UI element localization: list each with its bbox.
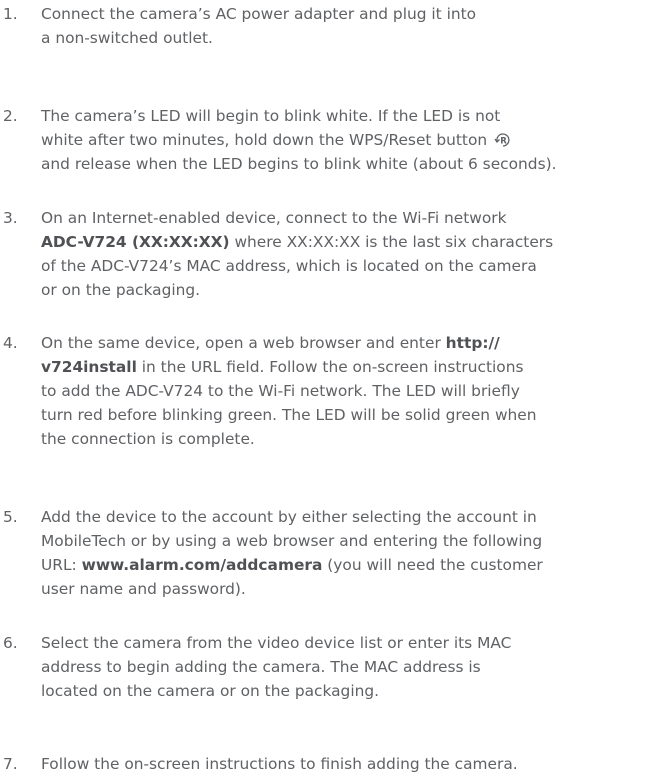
step-text: On the same device, open a web browser a… bbox=[41, 331, 656, 451]
step-number: 7. bbox=[3, 755, 18, 773]
step-text: Add the device to the account by either … bbox=[41, 505, 656, 601]
step-text: On an Internet-enabled device, connect t… bbox=[41, 206, 656, 302]
step-line: Connect the camera’s AC power adapter an… bbox=[41, 2, 656, 26]
text-segment: of the ADC-V724’s MAC address, which is … bbox=[41, 257, 537, 275]
text-segment: and release when the LED begins to blink… bbox=[41, 155, 557, 173]
step-number: 2. bbox=[3, 107, 18, 125]
reset-button-icon: R bbox=[494, 133, 510, 147]
text-segment: or on the packaging. bbox=[41, 281, 201, 299]
svg-text:R: R bbox=[500, 137, 507, 147]
text-segment: The camera’s LED will begin to blink whi… bbox=[41, 107, 501, 125]
text-segment: user name and password). bbox=[41, 580, 246, 598]
text-segment: where XX:XX:XX is the last six character… bbox=[229, 233, 554, 251]
step-text: Connect the camera’s AC power adapter an… bbox=[41, 2, 656, 50]
step-number: 4. bbox=[3, 334, 18, 352]
step-line: white after two minutes, hold down the W… bbox=[41, 128, 656, 152]
text-segment: located on the camera or on the packagin… bbox=[41, 682, 380, 700]
text-segment: (you will need the customer bbox=[322, 556, 543, 574]
bold-term: http:// bbox=[445, 334, 500, 352]
step-line: user name and password). bbox=[41, 577, 656, 601]
step-number: 6. bbox=[3, 634, 18, 652]
step-line: of the ADC-V724’s MAC address, which is … bbox=[41, 254, 656, 278]
step-line: located on the camera or on the packagin… bbox=[41, 679, 656, 703]
step-text: Select the camera from the video device … bbox=[41, 631, 656, 703]
step-line: Follow the on-screen instructions to fin… bbox=[41, 752, 656, 776]
step-line: the connection is complete. bbox=[41, 427, 656, 451]
text-segment: a non-switched outlet. bbox=[41, 29, 213, 47]
bold-term: v724install bbox=[41, 358, 137, 376]
text-segment: address to begin adding the camera. The … bbox=[41, 658, 481, 676]
text-segment: On an Internet-enabled device, connect t… bbox=[41, 209, 507, 227]
step-number: 1. bbox=[3, 5, 18, 23]
text-segment: white after two minutes, hold down the W… bbox=[41, 131, 493, 149]
step-text: The camera’s LED will begin to blink whi… bbox=[41, 104, 656, 176]
step-number: 5. bbox=[3, 508, 18, 526]
text-segment: to add the ADC-V724 to the Wi-Fi network… bbox=[41, 382, 520, 400]
step-line: Select the camera from the video device … bbox=[41, 631, 656, 655]
step-line: MobileTech or by using a web browser and… bbox=[41, 529, 656, 553]
text-segment: Connect the camera’s AC power adapter an… bbox=[41, 5, 477, 23]
step-line: On the same device, open a web browser a… bbox=[41, 331, 656, 355]
step-line: turn red before blinking green. The LED … bbox=[41, 403, 656, 427]
text-segment: in the URL field. Follow the on-screen i… bbox=[136, 358, 524, 376]
step-line: The camera’s LED will begin to blink whi… bbox=[41, 104, 656, 128]
text-segment: Add the device to the account by either … bbox=[41, 508, 537, 526]
step-line: a non-switched outlet. bbox=[41, 26, 656, 50]
text-segment: URL: bbox=[41, 556, 82, 574]
instruction-document: 1. Connect the camera’s AC power adapter … bbox=[0, 0, 656, 773]
bold-term: ADC-V724 (XX:XX:XX) bbox=[41, 233, 230, 251]
step-line: Add the device to the account by either … bbox=[41, 505, 656, 529]
step-number: 3. bbox=[3, 209, 18, 227]
step-line: On an Internet-enabled device, connect t… bbox=[41, 206, 656, 230]
text-segment: turn red before blinking green. The LED … bbox=[41, 406, 537, 424]
step-line: ADC-V724 (XX:XX:XX) where XX:XX:XX is th… bbox=[41, 230, 656, 254]
step-line: and release when the LED begins to blink… bbox=[41, 152, 656, 176]
step-text: Follow the on-screen instructions to fin… bbox=[41, 752, 656, 776]
text-segment: the connection is complete. bbox=[41, 430, 255, 448]
step-line: or on the packaging. bbox=[41, 278, 656, 302]
bold-term: www.alarm.com/addcamera bbox=[81, 556, 323, 574]
text-segment: Select the camera from the video device … bbox=[41, 634, 512, 652]
text-segment: MobileTech or by using a web browser and… bbox=[41, 532, 543, 550]
step-line: address to begin adding the camera. The … bbox=[41, 655, 656, 679]
step-line: to add the ADC-V724 to the Wi-Fi network… bbox=[41, 379, 656, 403]
text-segment: On the same device, open a web browser a… bbox=[41, 334, 446, 352]
step-line: v724install in the URL field. Follow the… bbox=[41, 355, 656, 379]
text-segment: Follow the on-screen instructions to fin… bbox=[41, 755, 518, 773]
step-line: URL: www.alarm.com/addcamera (you will n… bbox=[41, 553, 656, 577]
